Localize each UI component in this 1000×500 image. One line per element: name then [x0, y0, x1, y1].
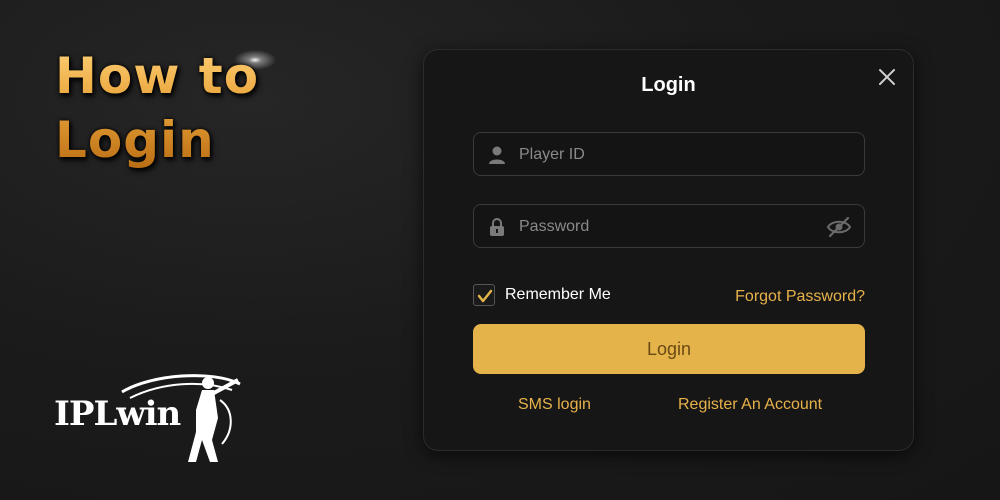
player-id-field — [473, 132, 865, 177]
headline-line-1: How to — [55, 47, 260, 105]
register-account-link[interactable]: Register An Account — [678, 396, 822, 414]
sms-login-link[interactable]: SMS login — [518, 396, 591, 414]
checkmark-icon — [477, 289, 493, 303]
modal-title: Login — [641, 74, 696, 96]
remember-me-label: Remember Me — [505, 286, 611, 303]
lock-icon — [490, 218, 504, 236]
close-icon — [879, 69, 895, 85]
eye-slash-icon[interactable] — [826, 216, 852, 238]
logo-text: IPLwin — [54, 394, 181, 434]
remember-me-checkbox[interactable] — [473, 284, 495, 306]
headline: How to Login — [55, 44, 259, 172]
headline-line-2: Login — [55, 111, 215, 169]
password-input[interactable] — [517, 205, 821, 249]
brand-logo: IPLwin — [52, 370, 252, 465]
login-button[interactable]: Login — [473, 324, 865, 374]
password-field — [473, 204, 865, 249]
user-icon — [489, 146, 505, 164]
login-modal — [424, 50, 913, 450]
close-button[interactable] — [877, 67, 897, 87]
forgot-password-link[interactable]: Forgot Password? — [735, 288, 865, 306]
player-id-input[interactable] — [517, 133, 821, 177]
